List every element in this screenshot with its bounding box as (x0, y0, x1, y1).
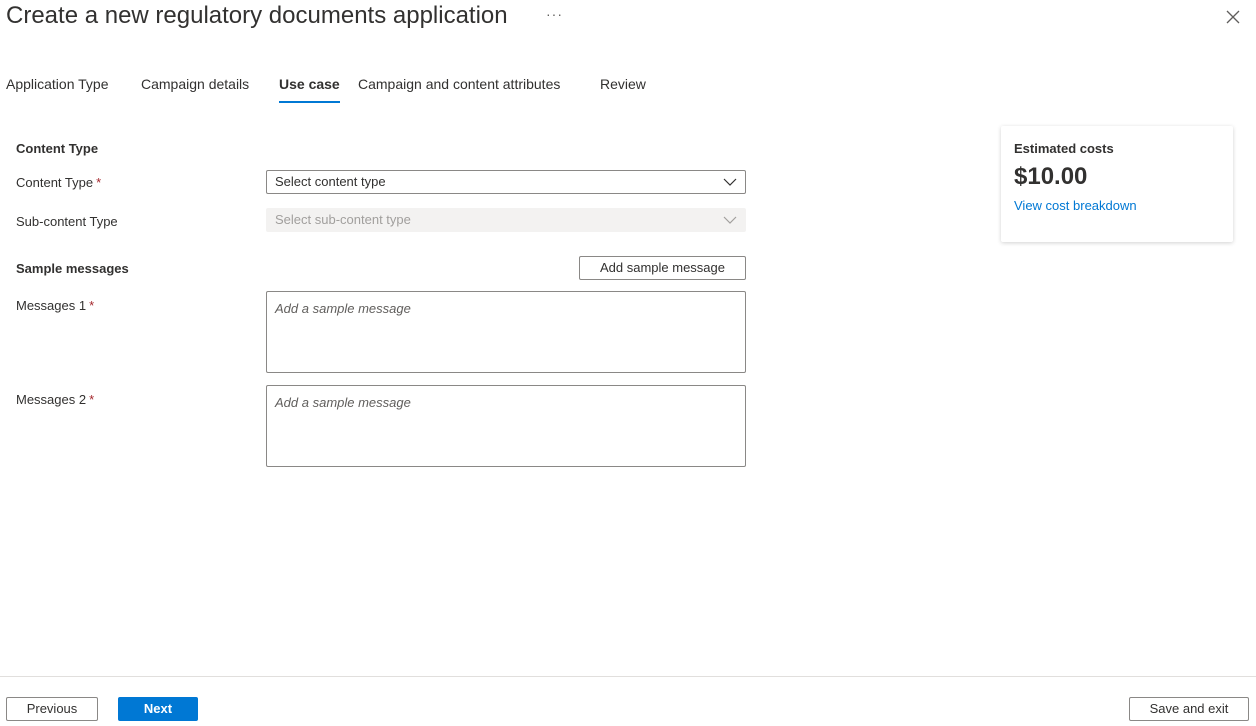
footer-divider (0, 676, 1256, 677)
next-button[interactable]: Next (118, 697, 198, 721)
messages-1-placeholder: Add a sample message (275, 301, 411, 316)
view-cost-breakdown-link[interactable]: View cost breakdown (1014, 198, 1137, 213)
required-marker: * (89, 392, 95, 407)
previous-button[interactable]: Previous (6, 697, 98, 721)
sub-content-type-placeholder: Select sub-content type (275, 212, 411, 227)
more-options-icon[interactable]: ··· (546, 6, 563, 22)
tab-use-case[interactable]: Use case (279, 76, 340, 104)
messages-1-label-text: Messages 1 (16, 298, 87, 313)
messages-2-textarea[interactable]: Add a sample message (266, 385, 746, 467)
messages-2-label-text: Messages 2 (16, 392, 87, 407)
required-marker: * (96, 175, 102, 190)
tab-application-type[interactable]: Application Type (6, 76, 108, 104)
tab-campaign-content-attributes[interactable]: Campaign and content attributes (358, 76, 560, 104)
add-sample-message-button[interactable]: Add sample message (579, 256, 746, 280)
close-icon[interactable] (1222, 6, 1244, 28)
estimated-costs-card: Estimated costs $10.00 View cost breakdo… (1001, 126, 1233, 242)
messages-1-label: Messages 1 * (16, 298, 94, 313)
content-type-placeholder: Select content type (275, 174, 386, 189)
estimated-costs-heading: Estimated costs (1014, 141, 1114, 156)
estimated-costs-amount: $10.00 (1014, 163, 1088, 190)
chevron-down-icon (723, 178, 737, 186)
page-title: Create a new regulatory documents applic… (6, 2, 508, 29)
sample-messages-heading: Sample messages (16, 261, 129, 276)
content-type-heading: Content Type (16, 141, 99, 156)
messages-2-placeholder: Add a sample message (275, 395, 411, 410)
save-and-exit-button[interactable]: Save and exit (1129, 697, 1249, 721)
content-type-dropdown[interactable]: Select content type (266, 170, 746, 194)
content-type-label-text: Content Type (16, 175, 94, 190)
tab-review[interactable]: Review (600, 76, 646, 104)
sub-content-type-label: Sub-content Type (16, 214, 118, 229)
messages-1-textarea[interactable]: Add a sample message (266, 291, 746, 373)
messages-2-label: Messages 2 * (16, 392, 94, 407)
content-type-label: Content Type * (16, 175, 101, 190)
sub-content-type-dropdown: Select sub-content type (266, 208, 746, 232)
required-marker: * (89, 298, 95, 313)
chevron-down-icon (723, 216, 737, 224)
tab-campaign-details[interactable]: Campaign details (141, 76, 249, 104)
